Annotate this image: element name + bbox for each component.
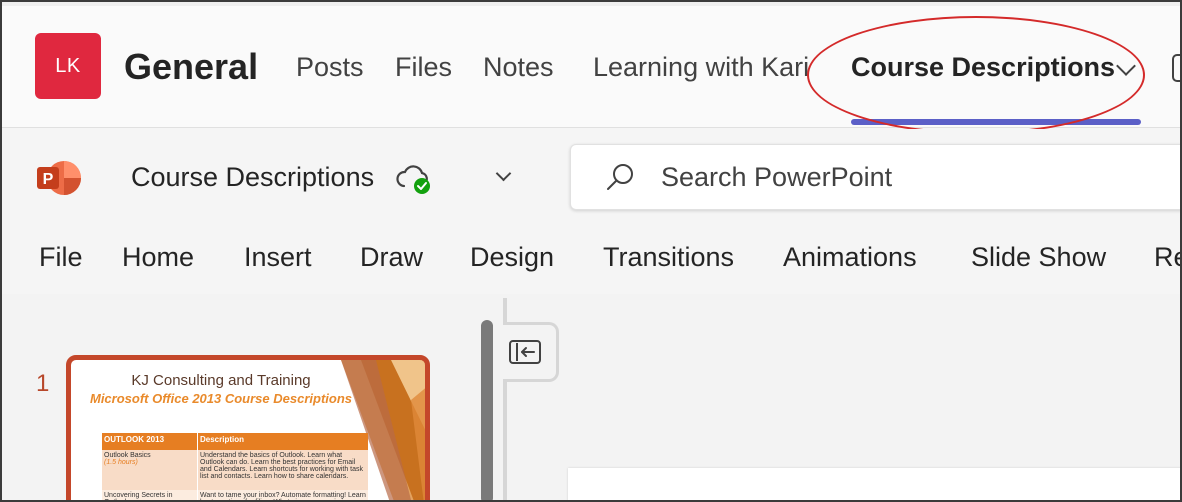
collapse-pane-icon [509, 340, 541, 364]
active-tab-indicator [851, 119, 1141, 125]
table-row: Outlook Basics (1.5 hours) Understand th… [102, 450, 368, 490]
table-header-cell: OUTLOOK 2013 [102, 433, 198, 450]
course-hours: (1.5 hours) [104, 459, 138, 466]
document-title[interactable]: Course Descriptions [131, 162, 374, 193]
ribbon-tab-slide-show[interactable]: Slide Show [971, 242, 1106, 273]
tab-notes[interactable]: Notes [483, 52, 554, 83]
channel-title: General [124, 46, 259, 87]
table-cell-course: Outlook Basics (1.5 hours) [102, 450, 198, 490]
slide-canvas[interactable] [568, 468, 1180, 500]
table-cell-course: Uncovering Secrets in Outlook [102, 490, 198, 500]
ribbon-tab-animations[interactable]: Animations [783, 242, 917, 273]
tab-files[interactable]: Files [395, 52, 452, 83]
tab-course-descriptions[interactable]: Course Descriptions [851, 52, 1115, 83]
team-avatar[interactable]: LK [35, 33, 101, 99]
powerpoint-logo-icon: P [37, 161, 81, 195]
slide-course-table: OUTLOOK 2013 Description Outlook Basics … [102, 433, 368, 500]
slide-thumbnail[interactable]: KJ Consulting and Training Microsoft Off… [66, 355, 430, 500]
search-icon [607, 164, 633, 190]
course-name: Uncovering Secrets in Outlook [104, 492, 173, 500]
header-top-divider [2, 2, 1180, 6]
svg-text:P: P [43, 171, 54, 188]
table-cell-description: Understand the basics of Outlook. Learn … [200, 452, 364, 480]
slide-subtitle: Microsoft Office 2013 Course Description… [89, 391, 352, 406]
table-row: Uncovering Secrets in Outlook Want to ta… [102, 490, 368, 500]
search-input-placeholder[interactable]: Search PowerPoint [661, 162, 892, 193]
tab-posts[interactable]: Posts [296, 52, 364, 83]
table-header-cell: Description [200, 435, 245, 444]
app-window: LK General Posts Files Notes Learning wi… [0, 0, 1182, 502]
tab-learning-with-kari[interactable]: Learning with Kari [593, 52, 809, 83]
slide-title: KJ Consulting and Training [131, 372, 311, 389]
ribbon-tab-design[interactable]: Design [470, 242, 554, 273]
table-cell-description: Want to tame your inbox? Automate format… [200, 492, 366, 500]
thumbnail-scrollbar[interactable] [481, 320, 493, 500]
add-tab-icon[interactable] [1172, 54, 1180, 82]
slide-number: 1 [36, 370, 50, 397]
ribbon-tab-draw[interactable]: Draw [360, 242, 423, 273]
course-name: Outlook Basics [104, 452, 151, 459]
ribbon-tab-review[interactable]: Re [1154, 242, 1180, 273]
cloud-check-icon[interactable] [396, 164, 434, 196]
ribbon-tab-home[interactable]: Home [122, 242, 194, 273]
ribbon-tab-insert[interactable]: Insert [244, 242, 312, 273]
ribbon-tab-file[interactable]: File [39, 242, 83, 273]
ribbon-tab-transitions[interactable]: Transitions [603, 242, 734, 273]
table-header-row: OUTLOOK 2013 Description [102, 433, 368, 450]
